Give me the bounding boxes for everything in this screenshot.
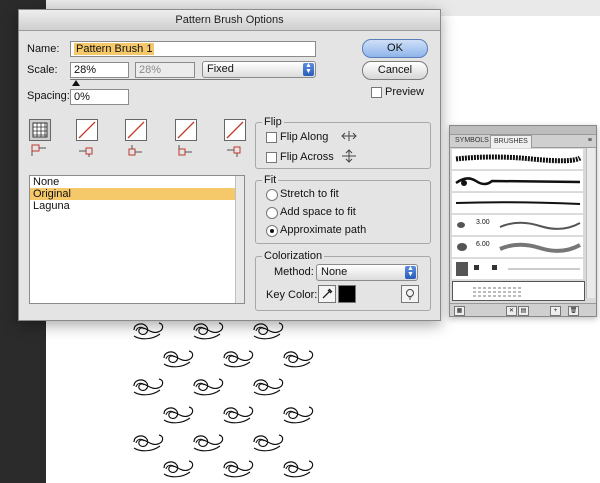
brush-row-calligraphy[interactable] (452, 171, 583, 192)
side-tile-icon (31, 144, 46, 156)
start-tile-icon (178, 145, 192, 156)
wave-brush-stroke (499, 242, 581, 253)
brush-tip-icon (457, 243, 467, 251)
colorization-method-select[interactable]: None ▲ ▼ (316, 264, 418, 281)
brush-size-label: 6.00 (476, 241, 490, 248)
list-item[interactable]: None (30, 176, 244, 188)
brushes-panel: SYMBOLS BRUSHES ≡ 3.00 6.00 ▦ ✕ ▤ + 🗑 (449, 125, 597, 317)
new-brush-icon[interactable]: + (550, 306, 561, 316)
cancel-button[interactable]: Cancel (362, 61, 428, 80)
scale-slider-handle[interactable] (72, 80, 80, 86)
fit-group-title: Fit (262, 174, 279, 186)
tab-symbols[interactable]: SYMBOLS (452, 135, 492, 147)
pattern-brushes-thumbs (456, 262, 580, 276)
list-item[interactable]: Laguna (30, 200, 244, 212)
colorization-group-title: Colorization (262, 250, 325, 262)
stretch-to-fit-label: Stretch to fit (280, 188, 339, 200)
brush-row-6pt[interactable]: 6.00 (452, 237, 583, 258)
side-tile-box[interactable] (29, 119, 51, 141)
none-slash-icon (226, 121, 244, 139)
pattern-grid-icon (32, 122, 48, 138)
brush-row-taper[interactable] (452, 193, 583, 214)
tips-button[interactable] (401, 285, 419, 303)
chevron-updown-icon: ▲ ▼ (405, 265, 416, 279)
remove-stroke-icon[interactable]: ✕ (506, 306, 517, 316)
pattern-brush-options-dialog: Pattern Brush Options Name: Pattern Brus… (18, 9, 441, 321)
panel-tab-bar: SYMBOLS BRUSHES ≡ (450, 135, 596, 148)
list-scrollbar[interactable] (235, 176, 244, 303)
list-item-selected[interactable]: Original (30, 188, 244, 200)
add-space-to-fit-radio[interactable] (266, 207, 278, 219)
panel-drag-bar[interactable] (450, 126, 596, 135)
spacing-field[interactable]: 0% (70, 89, 129, 105)
preview-checkbox[interactable] (371, 87, 382, 98)
stretch-to-fit-radio[interactable] (266, 189, 278, 201)
flip-along-label: Flip Along (280, 131, 329, 143)
tile-pattern-list[interactable]: None Original Laguna (29, 175, 245, 304)
add-space-to-fit-label: Add space to fit (280, 206, 356, 218)
end-tile-icon (227, 146, 241, 157)
colorization-group: Colorization Method: None ▲ ▼ Key Color: (255, 250, 431, 311)
charcoal-brush-stroke (455, 154, 582, 164)
options-icon[interactable]: ▤ (518, 306, 529, 316)
taper-brush-stroke (455, 201, 581, 205)
name-field[interactable]: Pattern Brush 1 (70, 41, 316, 57)
ok-button[interactable]: OK (362, 39, 428, 58)
dialog-title: Pattern Brush Options (19, 10, 440, 31)
method-value: None (321, 266, 348, 278)
brush-row-3pt[interactable]: 3.00 (452, 215, 583, 236)
wave-brush-stroke (499, 221, 581, 230)
approximate-path-label: Approximate path (280, 224, 367, 236)
flip-across-label: Flip Across (280, 151, 334, 163)
end-tile-box[interactable] (224, 119, 246, 141)
lightbulb-icon (406, 289, 414, 300)
none-slash-icon (78, 121, 96, 139)
brush-row-pattern-brush-1[interactable] (452, 281, 585, 301)
flip-along-checkbox[interactable] (266, 132, 277, 143)
scale-slider-track[interactable] (70, 79, 240, 80)
outer-corner-tile-box[interactable] (76, 119, 98, 141)
flip-across-checkbox[interactable] (266, 152, 277, 163)
none-slash-icon (127, 121, 145, 139)
scale-variation-field: 28% (135, 62, 195, 78)
eyedropper-icon (322, 288, 333, 299)
pattern-artwork (133, 322, 314, 478)
ornament-brush-stroke (455, 177, 581, 186)
method-label: Method: (274, 266, 314, 278)
name-value: Pattern Brush 1 (74, 43, 155, 55)
brush-size-label: 3.00 (476, 219, 490, 226)
flip-along-icon (341, 131, 357, 141)
outer-corner-tile-icon (79, 147, 93, 157)
name-label: Name: (27, 43, 60, 55)
key-color-label: Key Color: (266, 289, 318, 301)
panel-bottom-bar: ▦ ✕ ▤ + 🗑 (450, 303, 596, 316)
scale-mode-value: Fixed (207, 63, 234, 75)
panel-menu-icon[interactable]: ≡ (588, 137, 592, 144)
scale-field[interactable]: 28% (70, 62, 129, 78)
inner-corner-tile-box[interactable] (125, 119, 147, 141)
key-color-swatch[interactable] (338, 285, 356, 303)
spacing-label: Spacing: (27, 90, 70, 102)
inner-corner-tile-icon (128, 145, 142, 156)
preview-label: Preview (385, 86, 425, 98)
flip-group-title: Flip (262, 116, 284, 128)
brush-row-patterns[interactable] (452, 259, 583, 280)
brush-row-charcoal[interactable] (452, 149, 583, 170)
delete-brush-icon[interactable]: 🗑 (568, 306, 579, 316)
scale-label: Scale: (27, 64, 58, 76)
brush-tip-icon (457, 222, 465, 228)
tab-brushes[interactable]: BRUSHES (490, 135, 532, 148)
panel-scrollbar[interactable] (586, 148, 595, 298)
flip-group: Flip Flip Along Flip Across (255, 116, 431, 169)
none-slash-icon (177, 121, 195, 139)
brush-libraries-icon[interactable]: ▦ (454, 306, 465, 316)
pattern-brush-stroke (473, 287, 523, 297)
fit-group: Fit Stretch to fit Add space to fit Appr… (255, 174, 431, 244)
flip-across-icon (342, 149, 356, 163)
key-color-eyedropper-button[interactable] (318, 285, 336, 303)
scale-mode-select[interactable]: Fixed ▲ ▼ (202, 61, 316, 78)
chevron-updown-icon: ▲ ▼ (303, 62, 314, 76)
start-tile-box[interactable] (175, 119, 197, 141)
approximate-path-radio[interactable] (266, 225, 278, 237)
